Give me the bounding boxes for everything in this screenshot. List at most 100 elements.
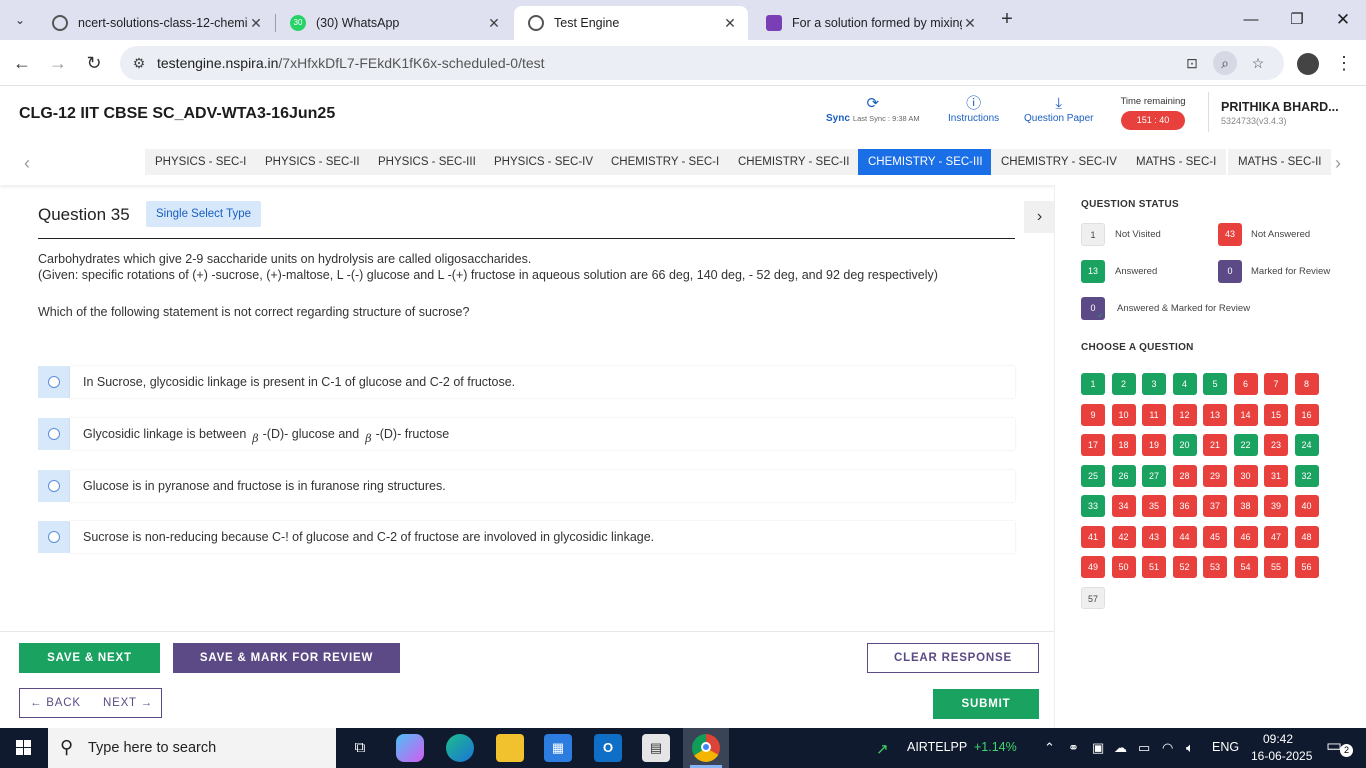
question-button-9[interactable]: 9	[1081, 403, 1105, 426]
question-button-34[interactable]: 34	[1111, 495, 1136, 517]
close-icon[interactable]: ✕	[486, 15, 502, 32]
question-button-57[interactable]: 57	[1081, 586, 1105, 609]
close-icon[interactable]: ✕	[962, 15, 978, 32]
question-button-39[interactable]: 39	[1264, 495, 1288, 517]
chevron-right-icon[interactable]: ›	[1328, 151, 1348, 175]
save-mark-review-button[interactable]: SAVE & MARK FOR REVIEW	[173, 643, 400, 673]
clock-date[interactable]: 16-06-2025	[1251, 749, 1312, 763]
question-button-26[interactable]: 26	[1111, 464, 1136, 487]
profile-avatar[interactable]	[1294, 49, 1322, 77]
zoom-icon[interactable]: ⌕	[1213, 51, 1237, 75]
tab-physics-sec-4[interactable]: PHYSICS - SEC-IV	[484, 149, 604, 175]
stock-name[interactable]: AIRTELPP	[907, 740, 967, 754]
question-button-3[interactable]: 3	[1142, 373, 1166, 395]
back-arrow-icon[interactable]: ←	[8, 49, 36, 77]
question-button-19[interactable]: 19	[1142, 434, 1166, 456]
forward-arrow-icon[interactable]: →	[44, 49, 72, 77]
question-button-49[interactable]: 49	[1081, 556, 1105, 578]
instructions-button[interactable]: ⓘ Instructions	[948, 95, 999, 124]
question-button-35[interactable]: 35	[1142, 495, 1166, 517]
question-button-6[interactable]: 6	[1233, 373, 1258, 395]
install-app-icon[interactable]: ⊡	[1180, 51, 1204, 75]
question-button-2[interactable]: 2	[1111, 373, 1136, 395]
chrome-icon[interactable]	[692, 734, 720, 762]
windows-start-button[interactable]	[0, 728, 48, 768]
task-view-icon[interactable]: ⧉	[346, 734, 374, 762]
back-button[interactable]: ← BACK	[30, 689, 81, 719]
question-button-10[interactable]: 10	[1111, 403, 1136, 426]
question-button-1[interactable]: 1	[1081, 373, 1105, 395]
save-next-button[interactable]: SAVE & NEXT	[19, 643, 160, 673]
question-button-48[interactable]: 48	[1294, 525, 1319, 548]
close-icon[interactable]: ✕	[248, 15, 264, 32]
question-button-51[interactable]: 51	[1142, 556, 1166, 578]
chevron-left-icon[interactable]: ‹	[17, 151, 37, 175]
taskbar-search-box[interactable]: ⚲ Type here to search	[48, 728, 336, 768]
question-button-31[interactable]: 31	[1264, 464, 1288, 487]
tab-maths-sec-1[interactable]: MATHS - SEC-I	[1126, 149, 1227, 175]
question-button-21[interactable]: 21	[1203, 434, 1227, 456]
question-paper-button[interactable]: ⤓ Question Paper	[1024, 95, 1094, 124]
tab-chemistry-sec-2[interactable]: CHEMISTRY - SEC-II	[728, 149, 860, 175]
question-button-55[interactable]: 55	[1264, 556, 1288, 578]
next-button[interactable]: NEXT →	[103, 689, 153, 719]
question-button-41[interactable]: 41	[1081, 525, 1105, 548]
tab-chemistry-sec-3[interactable]: CHEMISTRY - SEC-III	[858, 149, 993, 175]
volume-icon[interactable]: 🔈︎	[1186, 740, 1194, 756]
option-c[interactable]: Glucose is in pyranose and fructose is i…	[38, 470, 1015, 502]
browser-tab-test-engine[interactable]: Test Engine ✕	[514, 6, 748, 40]
copilot-icon[interactable]	[396, 734, 424, 762]
question-button-44[interactable]: 44	[1172, 525, 1197, 548]
radio-button[interactable]	[48, 480, 60, 492]
tab-maths-sec-2[interactable]: MATHS - SEC-II	[1228, 149, 1332, 175]
question-button-52[interactable]: 52	[1172, 556, 1197, 578]
meet-now-icon[interactable]: ▣	[1092, 740, 1104, 756]
radio-button[interactable]	[48, 428, 60, 440]
next-question-chevron-icon[interactable]: ›	[1024, 201, 1055, 233]
tab-chemistry-sec-4[interactable]: CHEMISTRY - SEC-IV	[991, 149, 1127, 175]
question-button-33[interactable]: 33	[1081, 495, 1105, 517]
restore-icon[interactable]: ❐	[1274, 6, 1320, 34]
radio-button[interactable]	[48, 531, 60, 543]
question-button-17[interactable]: 17	[1081, 434, 1105, 456]
question-button-54[interactable]: 54	[1233, 556, 1258, 578]
question-button-28[interactable]: 28	[1172, 464, 1197, 487]
question-button-25[interactable]: 25	[1081, 464, 1105, 487]
clear-response-button[interactable]: CLEAR RESPONSE	[867, 643, 1039, 673]
question-button-18[interactable]: 18	[1111, 434, 1136, 456]
question-button-43[interactable]: 43	[1142, 525, 1166, 548]
reload-icon[interactable]: ↻	[80, 49, 108, 77]
question-button-29[interactable]: 29	[1203, 464, 1227, 487]
sync-button[interactable]: ⟳ Sync Last Sync : 9:38 AM	[826, 95, 920, 124]
question-button-37[interactable]: 37	[1203, 495, 1227, 517]
browser-tab-solution[interactable]: For a solution formed by mixing ✕	[752, 6, 988, 40]
question-button-15[interactable]: 15	[1264, 403, 1288, 426]
address-bar[interactable]: ⚙ testengine.nspira.in/7xHfxkDfL7-FEkdK1…	[120, 46, 1284, 80]
onedrive-icon[interactable]: ☁	[1114, 740, 1127, 756]
question-button-50[interactable]: 50	[1111, 556, 1136, 578]
submit-button[interactable]: SUBMIT	[933, 689, 1039, 719]
question-button-22[interactable]: 22	[1233, 434, 1258, 456]
stock-change[interactable]: +1.14%	[974, 740, 1017, 754]
question-button-24[interactable]: 24	[1294, 434, 1319, 456]
language-indicator[interactable]: ENG	[1212, 740, 1239, 754]
menu-kebab-icon[interactable]: ⋮	[1330, 49, 1358, 77]
minimize-icon[interactable]: —	[1228, 6, 1274, 34]
bookmark-star-icon[interactable]: ☆	[1246, 51, 1270, 75]
close-icon[interactable]: ✕	[722, 15, 738, 32]
question-button-23[interactable]: 23	[1264, 434, 1288, 456]
question-button-27[interactable]: 27	[1142, 464, 1166, 487]
tab-physics-sec-2[interactable]: PHYSICS - SEC-II	[255, 149, 370, 175]
browser-tab-ncert[interactable]: ncert-solutions-class-12-chemis ✕	[38, 6, 274, 40]
tab-physics-sec-1[interactable]: PHYSICS - SEC-I	[145, 149, 257, 175]
question-button-47[interactable]: 47	[1264, 525, 1288, 548]
question-button-14[interactable]: 14	[1233, 403, 1258, 426]
question-button-53[interactable]: 53	[1203, 556, 1227, 578]
question-button-42[interactable]: 42	[1111, 525, 1136, 548]
option-b[interactable]: Glycosidic linkage is between β -(D)- gluc…	[38, 418, 1015, 450]
question-button-7[interactable]: 7	[1264, 373, 1288, 395]
site-info-icon[interactable]: ⚙	[127, 51, 151, 75]
question-button-38[interactable]: 38	[1233, 495, 1258, 517]
question-button-30[interactable]: 30	[1233, 464, 1258, 487]
python-file-icon[interactable]: ▤	[642, 734, 670, 762]
